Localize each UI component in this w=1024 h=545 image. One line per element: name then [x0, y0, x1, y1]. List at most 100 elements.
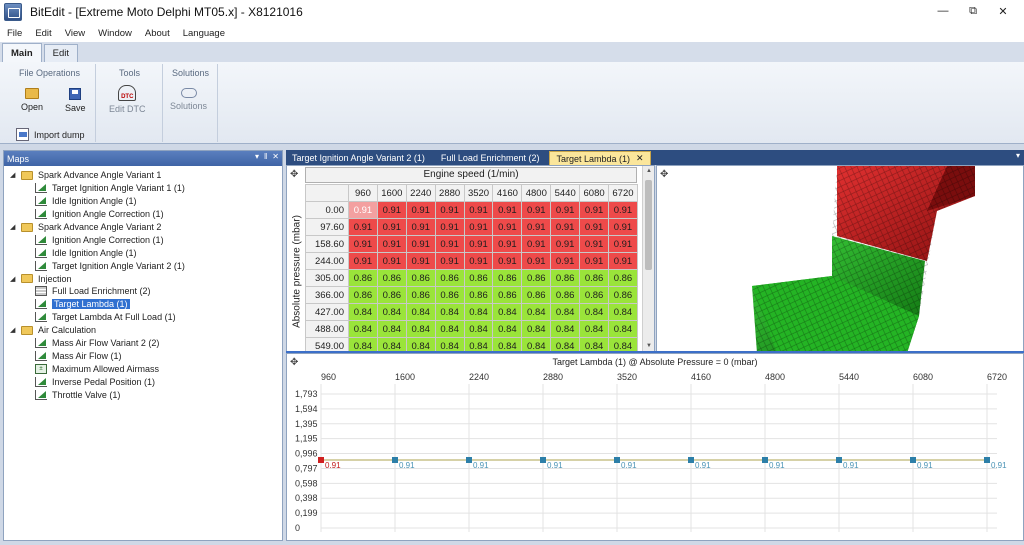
table-cell[interactable]: 0.86 [463, 269, 494, 287]
table-cell[interactable]: 0.84 [521, 337, 552, 351]
pin-icon[interactable]: ‖ [264, 152, 267, 161]
table-cell[interactable]: 0.91 [608, 218, 638, 236]
table-cell[interactable]: 0.84 [550, 337, 581, 351]
column-header[interactable]: 3520 [463, 184, 494, 202]
row-header[interactable]: 427.00 [305, 303, 349, 321]
tree-folder[interactable]: ◢ Injection [4, 272, 282, 285]
table-cell[interactable]: 0.91 [405, 218, 436, 236]
table-cell[interactable]: 0.91 [348, 218, 378, 236]
table-cell[interactable]: 0.86 [521, 286, 552, 304]
table-cell[interactable]: 0.84 [376, 320, 407, 338]
table-cell[interactable]: 0.84 [521, 320, 552, 338]
table-cell[interactable]: 0.84 [434, 320, 465, 338]
table-cell[interactable]: 0.86 [579, 269, 610, 287]
minimize-button[interactable]: — [928, 2, 958, 20]
open-button[interactable]: Open [21, 88, 43, 112]
tree-item[interactable]: Mass Air Flow Variant 2 (2) [4, 337, 282, 350]
column-header[interactable]: 4160 [492, 184, 523, 202]
row-header[interactable]: 0.00 [305, 201, 349, 219]
tree-item[interactable]: Target Ignition Angle Variant 2 (1) [4, 259, 282, 272]
collapse-icon[interactable]: ◢ [10, 326, 18, 334]
import-dump-button[interactable]: Import dump [16, 128, 85, 141]
tree-item[interactable]: Ignition Angle Correction (1) [4, 208, 282, 221]
menu-window[interactable]: Window [91, 28, 138, 39]
tree-folder[interactable]: ◢ Spark Advance Angle Variant 2 [4, 221, 282, 234]
table-cell[interactable]: 0.91 [434, 235, 465, 253]
scroll-up-icon[interactable]: ▲ [646, 168, 652, 174]
table-cell[interactable]: 0.84 [608, 303, 638, 321]
column-header[interactable]: 6080 [579, 184, 610, 202]
table-cell[interactable]: 0.86 [550, 269, 581, 287]
table-cell[interactable]: 0.91 [463, 235, 494, 253]
move-handle-icon[interactable]: ✥ [660, 169, 668, 180]
table-cell[interactable]: 0.91 [405, 252, 436, 270]
edit-dtc-button[interactable]: DTC Edit DTC [109, 85, 146, 114]
tree-item[interactable]: Mass Air Flow (1) [4, 349, 282, 362]
table-cell[interactable]: 0.91 [492, 218, 523, 236]
app-icon[interactable] [4, 3, 22, 21]
table-cell[interactable]: 0.86 [608, 286, 638, 304]
table-cell[interactable]: 0.84 [463, 303, 494, 321]
table-cell[interactable]: 0.91 [376, 235, 407, 253]
tree-item[interactable]: Ignition Angle Correction (1) [4, 233, 282, 246]
table-cell[interactable]: 0.86 [376, 269, 407, 287]
curve-chart[interactable]: 1,793 1,594 1,395 1,195 0,996 0,797 0,598 0,398… [287, 354, 1023, 540]
table-cell[interactable]: 0.91 [579, 218, 610, 236]
table-cell[interactable]: 0.91 [521, 201, 552, 219]
table-cell[interactable]: 0.86 [463, 286, 494, 304]
table-cell[interactable]: 0.84 [405, 337, 436, 351]
tree-folder[interactable]: ◢ Air Calculation [4, 324, 282, 337]
table-cell[interactable]: 0.91 [434, 201, 465, 219]
table-cell[interactable]: 0.84 [521, 303, 552, 321]
column-header[interactable]: 4800 [521, 184, 552, 202]
table-cell[interactable]: 0.91 [521, 252, 552, 270]
close-tab-icon[interactable]: ✕ [636, 153, 644, 164]
table-cell[interactable]: 0.91 [348, 201, 378, 219]
row-header[interactable]: 244.00 [305, 252, 349, 270]
table-cell[interactable]: 0.84 [579, 303, 610, 321]
tree-item[interactable]: Target Lambda (1) [4, 298, 282, 311]
table-cell[interactable]: 0.91 [434, 218, 465, 236]
table-cell[interactable]: 0.86 [405, 286, 436, 304]
table-cell[interactable]: 0.91 [405, 235, 436, 253]
table-cell[interactable]: 0.91 [348, 235, 378, 253]
surface-3d-view[interactable]: ✥ [656, 165, 1024, 352]
table-cell[interactable]: 0.91 [521, 235, 552, 253]
menu-file[interactable]: File [0, 28, 28, 39]
table-cell[interactable]: 0.84 [434, 337, 465, 351]
table-cell[interactable]: 0.84 [492, 320, 523, 338]
table-cell[interactable]: 0.84 [579, 320, 610, 338]
table-cell[interactable]: 0.91 [579, 252, 610, 270]
table-cell[interactable]: 0.84 [434, 303, 465, 321]
table-cell[interactable]: 0.86 [608, 269, 638, 287]
tree-item[interactable]: Idle Ignition Angle (1) [4, 195, 282, 208]
table-cell[interactable]: 0.91 [608, 252, 638, 270]
scroll-down-icon[interactable]: ▼ [646, 343, 652, 349]
table-cell[interactable]: 0.84 [348, 320, 378, 338]
column-header[interactable]: 2240 [405, 184, 436, 202]
tree-item[interactable]: Target Ignition Angle Variant 1 (1) [4, 182, 282, 195]
table-cell[interactable]: 0.84 [376, 337, 407, 351]
row-header[interactable]: 366.00 [305, 286, 349, 304]
tree-folder[interactable]: ◢ Spark Advance Angle Variant 1 [4, 169, 282, 182]
table-cell[interactable]: 0.86 [376, 286, 407, 304]
table-cell[interactable]: 0.91 [521, 218, 552, 236]
table-scrollbar[interactable]: ▲ ▼ [642, 166, 654, 351]
table-cell[interactable]: 0.86 [521, 269, 552, 287]
tree-item[interactable]: Idle Ignition Angle (1) [4, 246, 282, 259]
table-cell[interactable]: 0.84 [550, 303, 581, 321]
table-cell[interactable]: 0.86 [434, 269, 465, 287]
row-header[interactable]: 305.00 [305, 269, 349, 287]
tree-item[interactable]: Throttle Valve (1) [4, 388, 282, 401]
table-cell[interactable]: 0.91 [463, 218, 494, 236]
table-cell[interactable]: 0.86 [579, 286, 610, 304]
tab-list-dropdown-icon[interactable]: ▾ [1016, 151, 1020, 160]
menu-about[interactable]: About [138, 28, 176, 39]
table-cell[interactable]: 0.84 [492, 303, 523, 321]
table-cell[interactable]: 0.84 [348, 303, 378, 321]
table-cell[interactable]: 0.84 [608, 337, 638, 351]
row-header[interactable]: 158.60 [305, 235, 349, 253]
document-tab[interactable]: Target Lambda (1) ✕ [549, 151, 651, 165]
table-cell[interactable]: 0.91 [405, 201, 436, 219]
table-cell[interactable]: 0.91 [579, 235, 610, 253]
